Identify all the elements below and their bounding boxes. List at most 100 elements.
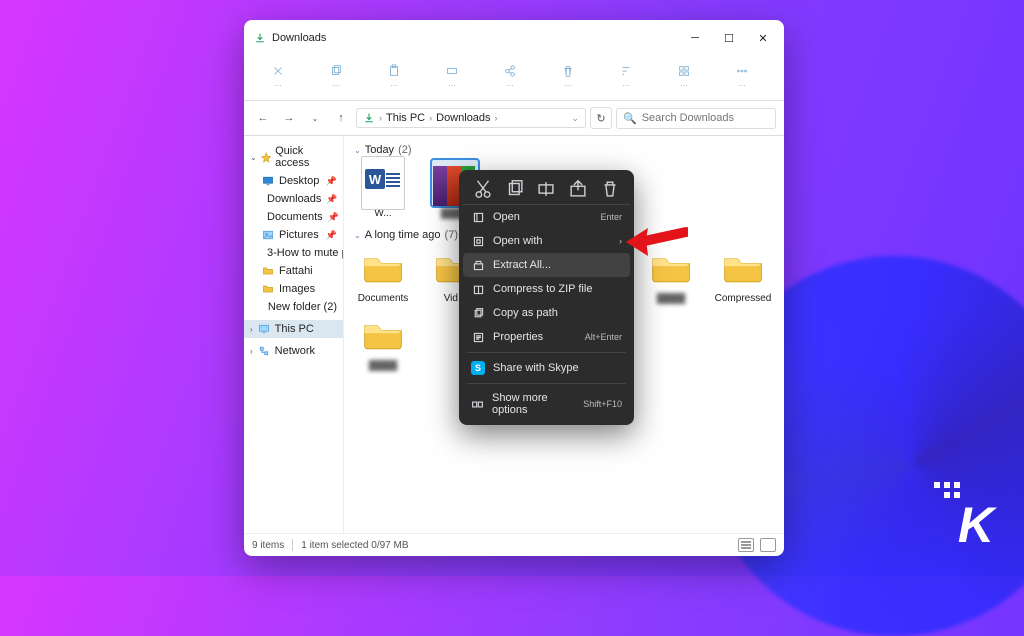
ctx-shortcut: Alt+Enter: [585, 332, 622, 342]
menu-separator: [467, 352, 626, 353]
sidebar-item-label: 3-How to mute pe: [267, 247, 343, 259]
ctx-open-with[interactable]: Open with ›: [463, 229, 630, 253]
ctx-label: Open with: [493, 235, 543, 247]
ctx-share-skype[interactable]: S Share with Skype: [463, 356, 630, 380]
view-icons-button[interactable]: [760, 538, 776, 552]
sidebar-item-folder[interactable]: Images: [244, 280, 343, 298]
sidebar-quick-access[interactable]: ⌄ Quick access: [244, 142, 343, 172]
sidebar-item-label: New folder (2): [268, 301, 337, 313]
status-selected: 1 item selected: [301, 540, 368, 551]
chevron-right-icon: ›: [250, 325, 253, 334]
sidebar-item-downloads[interactable]: Downloads 📌: [244, 190, 343, 208]
sidebar-item-label: Network: [275, 345, 315, 357]
nav-up[interactable]: ↑: [330, 107, 352, 129]
explorer-window: Downloads ─ ☐ ✕ … … … … … … … … … ← → ⌄ …: [244, 20, 784, 556]
nav-back[interactable]: ←: [252, 107, 274, 129]
search-box[interactable]: 🔍: [616, 108, 776, 129]
ctx-label: Extract All...: [493, 259, 551, 271]
pin-icon: 📌: [326, 230, 337, 241]
folder-item[interactable]: ████: [354, 312, 412, 371]
toolbar-paste[interactable]: …: [366, 58, 422, 94]
ctx-compress[interactable]: Compress to ZIP file: [463, 277, 630, 301]
navigation-pane: ⌄ Quick access Desktop 📌 Downloads 📌 Doc: [244, 136, 344, 533]
sidebar-item-folder[interactable]: Fattahi: [244, 262, 343, 280]
chevron-right-icon: ›: [429, 113, 432, 123]
ctx-open[interactable]: Open Enter: [463, 205, 630, 229]
skype-icon: S: [471, 361, 485, 375]
chevron-right-icon: ›: [495, 113, 498, 123]
ctx-copy-path[interactable]: Copy as path: [463, 301, 630, 325]
toolbar-share[interactable]: …: [482, 58, 538, 94]
group-label: Today: [365, 144, 394, 156]
folder-icon: [360, 312, 406, 358]
view-details-button[interactable]: [738, 538, 754, 552]
folder-icon: [648, 245, 694, 291]
toolbar-view[interactable]: …: [656, 58, 712, 94]
sidebar-item-label: Pictures: [279, 229, 319, 241]
ctx-properties[interactable]: Properties Alt+Enter: [463, 325, 630, 349]
ctx-cut-icon[interactable]: [472, 179, 494, 199]
toolbar-more[interactable]: …: [714, 58, 770, 94]
folder-icon: [720, 245, 766, 291]
toolbar-cut[interactable]: …: [250, 58, 306, 94]
status-item-count: 9 items: [252, 540, 284, 551]
ctx-rename-icon[interactable]: [535, 179, 557, 199]
sidebar-item-documents[interactable]: Documents 📌: [244, 208, 343, 226]
breadcrumb-segment[interactable]: This PC: [386, 112, 425, 124]
breadcrumb-icon: [363, 112, 375, 124]
ctx-label: Show more options: [492, 392, 575, 416]
nav-recent-dropdown[interactable]: ⌄: [304, 107, 326, 129]
ctx-copy-icon[interactable]: [504, 179, 526, 199]
search-input[interactable]: [642, 112, 769, 124]
folder-label: Documents: [354, 293, 412, 304]
chevron-right-icon: ›: [379, 113, 382, 123]
folder-label: Compressed: [714, 293, 772, 304]
sidebar-item-label: Downloads: [267, 193, 321, 205]
close-button[interactable]: ✕: [746, 26, 780, 50]
group-header-today[interactable]: ⌄ Today (2): [354, 144, 774, 156]
sidebar-item-network[interactable]: › Network: [244, 342, 343, 360]
chevron-down-icon: ⌄: [250, 153, 257, 162]
ctx-label: Copy as path: [493, 307, 558, 319]
ctx-label: Share with Skype: [493, 362, 579, 374]
folder-item-compressed[interactable]: Compressed: [714, 245, 772, 304]
sidebar-item-folder[interactable]: 3-How to mute pe: [244, 244, 343, 262]
word-document-icon: W: [361, 156, 405, 210]
address-bar-row: ← → ⌄ ↑ › This PC › Downloads › ⌄ ↻ 🔍: [244, 101, 784, 135]
sidebar-item-pictures[interactable]: Pictures 📌: [244, 226, 343, 244]
ctx-extract-all[interactable]: Extract All...: [463, 253, 630, 277]
refresh-button[interactable]: ↻: [590, 107, 612, 129]
sidebar-item-label: Fattahi: [279, 265, 313, 277]
downloads-icon: [254, 32, 266, 44]
sidebar-item-this-pc[interactable]: › This PC: [244, 320, 343, 338]
nav-forward[interactable]: →: [278, 107, 300, 129]
maximize-button[interactable]: ☐: [712, 26, 746, 50]
file-item-word[interactable]: W W...: [354, 160, 412, 219]
ctx-more-options[interactable]: Show more options Shift+F10: [463, 387, 630, 421]
command-bar: … … … … … … … … …: [244, 56, 784, 100]
chevron-right-icon: ›: [619, 236, 622, 246]
sidebar-item-folder[interactable]: New folder (2): [244, 298, 343, 316]
group-count: (2): [398, 144, 411, 156]
minimize-button[interactable]: ─: [678, 26, 712, 50]
folder-item-documents[interactable]: Documents: [354, 245, 412, 304]
ctx-label: Compress to ZIP file: [493, 283, 592, 295]
status-size: 0/97 MB: [371, 540, 408, 551]
ctx-delete-icon[interactable]: [599, 179, 621, 199]
toolbar-rename[interactable]: …: [424, 58, 480, 94]
toolbar-copy[interactable]: …: [308, 58, 364, 94]
ctx-share-icon[interactable]: [567, 179, 589, 199]
chevron-down-icon[interactable]: ⌄: [571, 113, 579, 124]
breadcrumb-segment[interactable]: Downloads: [436, 112, 490, 124]
toolbar-sort[interactable]: …: [598, 58, 654, 94]
folder-label: ████: [354, 360, 412, 371]
menu-separator: [467, 383, 626, 384]
toolbar-delete[interactable]: …: [540, 58, 596, 94]
sidebar-item-label: Desktop: [279, 175, 319, 187]
context-menu: Open Enter Open with › Extract All... Co…: [459, 170, 634, 425]
ctx-shortcut: Shift+F10: [583, 399, 622, 409]
sidebar-item-desktop[interactable]: Desktop 📌: [244, 172, 343, 190]
watermark-logo: K: [958, 496, 996, 554]
folder-item[interactable]: ████: [642, 245, 700, 304]
breadcrumb[interactable]: › This PC › Downloads › ⌄: [356, 108, 586, 128]
